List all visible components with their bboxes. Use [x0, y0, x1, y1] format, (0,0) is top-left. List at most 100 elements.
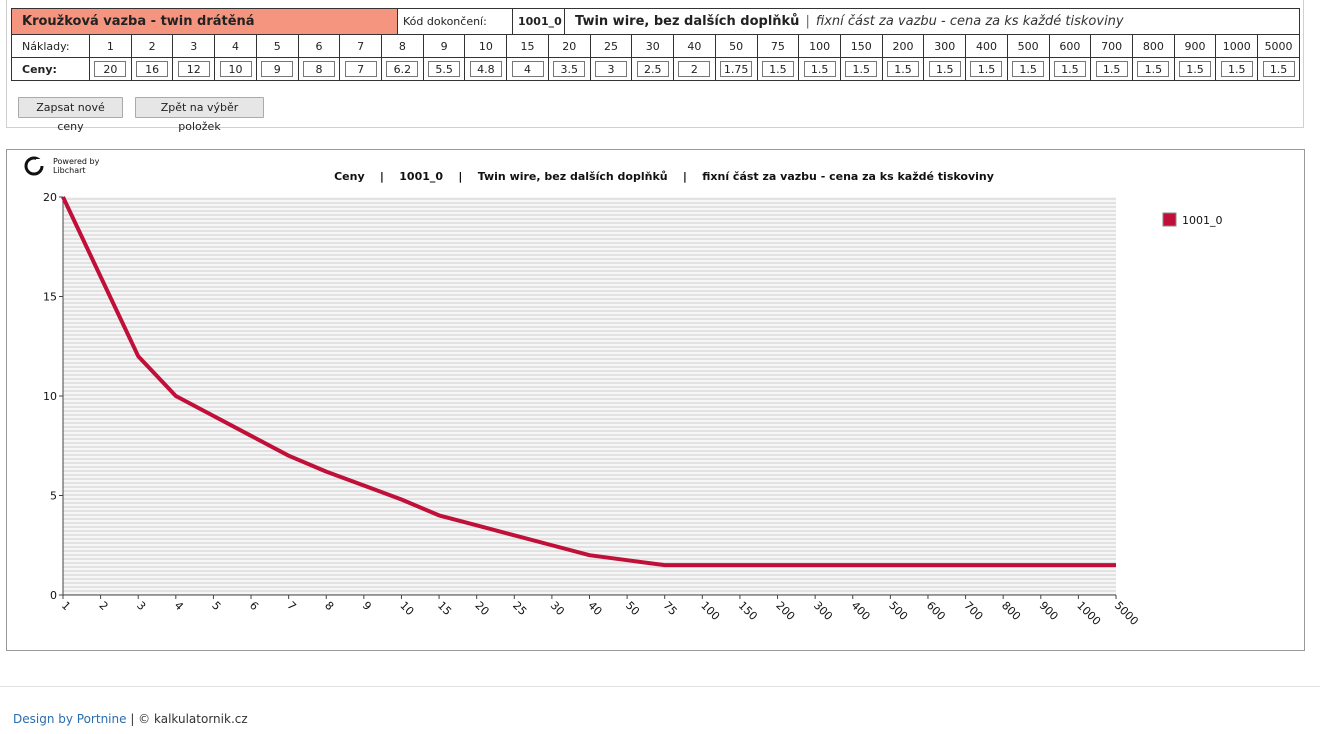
x-tick-label: 700 [961, 599, 985, 623]
design-by-link[interactable]: Design by Portnine [13, 712, 127, 726]
price-cell [1048, 57, 1092, 81]
price-input[interactable] [928, 61, 961, 77]
x-tick-label: 600 [924, 599, 948, 623]
footer: Design by Portnine | © kalkulatornik.cz [13, 712, 248, 726]
x-tick-label: 5000 [1112, 599, 1141, 628]
x-tick-label: 20 [473, 599, 492, 618]
description-name: Twin wire, bez dalších doplňků [575, 14, 800, 29]
price-cell [631, 57, 675, 81]
x-tick-label: 30 [548, 599, 567, 618]
completion-code-label: Kód dokončení: [398, 9, 513, 34]
x-tick-label: 100 [698, 599, 722, 623]
x-tick-label: 3 [134, 599, 148, 613]
price-input[interactable] [1262, 61, 1295, 77]
price-input[interactable] [803, 61, 836, 77]
price-cell [339, 57, 383, 81]
price-input[interactable] [219, 61, 252, 77]
price-input[interactable] [94, 61, 127, 77]
price-row: Ceny: [11, 57, 1300, 81]
price-input[interactable] [136, 61, 169, 77]
quantity-cell: 600 [1048, 34, 1092, 58]
price-input[interactable] [511, 61, 544, 77]
price-row-label: Ceny: [11, 57, 90, 81]
quantity-cell: 8 [381, 34, 424, 58]
y-tick-label: 5 [50, 490, 57, 503]
x-tick-label: 15 [435, 599, 454, 618]
price-input[interactable] [594, 61, 627, 77]
price-input[interactable] [1179, 61, 1212, 77]
price-input[interactable] [469, 61, 502, 77]
libchart-logo: Powered by Libchart [24, 156, 100, 176]
quantity-cell: 900 [1173, 34, 1217, 58]
x-tick-label: 5 [209, 599, 223, 613]
price-cell [1173, 57, 1217, 81]
x-tick-label: 400 [849, 599, 873, 623]
price-cell [965, 57, 1008, 81]
price-input[interactable] [261, 61, 294, 77]
logo-text-powered: Powered by [53, 157, 100, 166]
back-to-items-button[interactable]: Zpět na výběr položek [135, 97, 264, 133]
save-prices-button[interactable]: Zapsat nové ceny [18, 97, 123, 133]
x-tick-label: 200 [773, 599, 797, 623]
price-input[interactable] [386, 61, 419, 77]
price-cell [1131, 57, 1175, 81]
price-cell [1006, 57, 1050, 81]
x-tick-label: 7 [285, 599, 299, 613]
quantity-row-label: Náklady: [11, 34, 90, 58]
item-header: Kroužková vazba - twin drátěná Kód dokon… [11, 8, 1300, 35]
description-note: fixní část za vazbu - cena za ks každé t… [815, 14, 1124, 29]
quantity-cell: 30 [631, 34, 675, 58]
price-cell [798, 57, 841, 81]
price-cell [506, 57, 549, 81]
price-cell [881, 57, 925, 81]
price-input[interactable] [1012, 61, 1045, 77]
price-input[interactable] [177, 61, 210, 77]
item-description: Twin wire, bez dalších doplňků | fixní čás… [565, 9, 1299, 34]
quantity-cell: 700 [1090, 34, 1133, 58]
quantity-cell: 75 [756, 34, 800, 58]
price-input[interactable] [887, 61, 920, 77]
price-input[interactable] [553, 61, 586, 77]
price-input[interactable] [636, 61, 669, 77]
price-cell [89, 57, 132, 81]
price-cell [422, 57, 466, 81]
price-input[interactable] [428, 61, 461, 77]
x-tick-label: 75 [661, 599, 680, 618]
quantity-cell: 300 [923, 34, 967, 58]
quantity-cell: 5000 [1257, 34, 1300, 58]
y-tick-label: 0 [50, 589, 57, 602]
price-input[interactable] [1220, 61, 1253, 77]
price-input[interactable] [344, 61, 377, 77]
x-tick-label: 500 [886, 599, 910, 623]
x-tick-label: 25 [510, 599, 529, 618]
price-input[interactable] [845, 61, 878, 77]
price-input[interactable] [720, 61, 753, 77]
x-tick-label: 50 [623, 599, 642, 618]
chart-container: Powered by Libchart Ceny | 1001_0 | Twin… [6, 149, 1305, 651]
quantity-cell: 1 [89, 34, 132, 58]
quantity-cell: 2 [130, 34, 174, 58]
price-input[interactable] [1053, 61, 1086, 77]
price-input[interactable] [678, 61, 711, 77]
quantity-cell: 50 [714, 34, 758, 58]
quantity-cell: 7 [339, 34, 383, 58]
quantity-cell: 15 [506, 34, 549, 58]
price-input[interactable] [970, 61, 1003, 77]
footer-copyright: © kalkulatornik.cz [138, 712, 248, 726]
x-tick-label: 900 [1037, 599, 1061, 623]
price-chart: Powered by Libchart Ceny | 1001_0 | Twin… [24, 156, 1223, 628]
price-input[interactable] [1095, 61, 1128, 77]
price-cell [464, 57, 508, 81]
price-input[interactable] [1137, 61, 1170, 77]
quantity-cell: 100 [798, 34, 841, 58]
price-cell [673, 57, 716, 81]
y-tick-label: 15 [43, 291, 57, 304]
description-separator: | [805, 14, 810, 29]
item-title: Kroužková vazba - twin drátěná [12, 9, 398, 34]
completion-code-value: 1001_0 [513, 9, 565, 34]
quantity-cell: 20 [547, 34, 591, 58]
price-input[interactable] [761, 61, 794, 77]
x-tick-label: 9 [360, 599, 374, 613]
legend-label: 1001_0 [1182, 214, 1223, 227]
price-input[interactable] [302, 61, 335, 77]
